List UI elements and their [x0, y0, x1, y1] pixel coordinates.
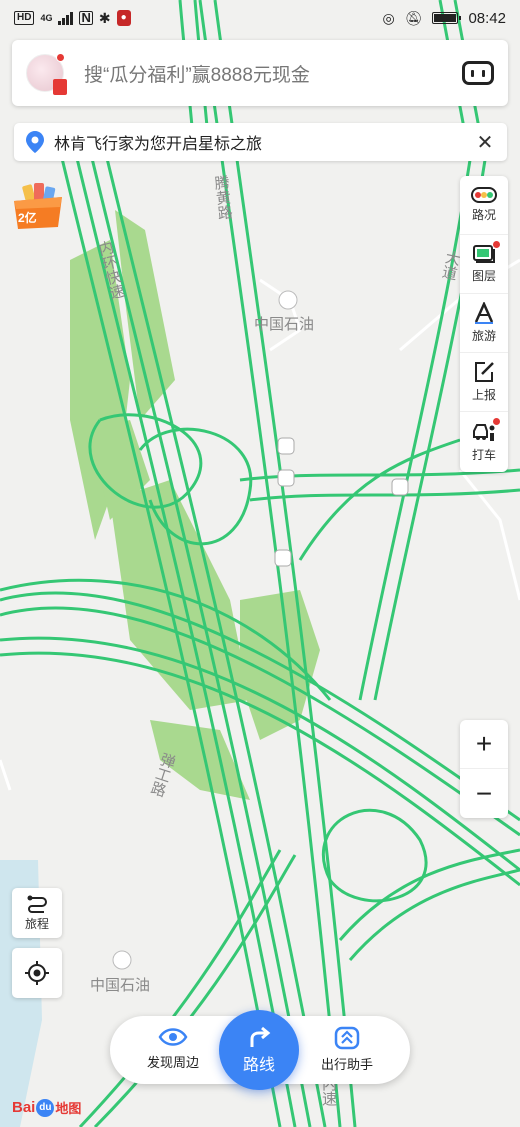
- poi-label[interactable]: 中国石油: [254, 313, 314, 334]
- toolbar-traffic[interactable]: 路况: [460, 176, 508, 235]
- signal-icon: [58, 11, 74, 25]
- route-path-icon: [27, 895, 47, 913]
- toolbar-layers[interactable]: 图层: [460, 235, 508, 294]
- report-icon: [475, 362, 494, 382]
- battery-icon: [432, 12, 462, 24]
- location-icon: ◎: [382, 9, 395, 26]
- promo-icon[interactable]: 2亿: [10, 183, 66, 231]
- nfc-icon: N: [79, 10, 93, 25]
- notification-dot: [56, 53, 65, 62]
- toolbar-taxi[interactable]: 打车: [460, 412, 508, 471]
- notice-text: 林肯飞行家为您开启星标之旅: [54, 136, 263, 153]
- zoom-in-button[interactable]: +: [460, 720, 508, 769]
- crosshair-icon: [25, 961, 49, 985]
- status-bar: HD 4G N ✱ ● ◎ 🔕︎ 08:42: [0, 0, 520, 36]
- notification-dot: [493, 418, 500, 425]
- itinerary-label: 旅程: [24, 916, 49, 931]
- zoom-control: + −: [460, 720, 508, 818]
- eye-icon: [158, 1028, 188, 1046]
- red-packet-icon: [53, 79, 67, 95]
- search-bar[interactable]: 搜“瓜分福利”赢8888元现金: [12, 40, 508, 106]
- toolbar-label: 打车: [471, 447, 496, 462]
- toolbar-report[interactable]: 上报: [460, 353, 508, 412]
- itinerary-button[interactable]: 旅程: [12, 888, 62, 938]
- bluetooth-icon: ✱: [98, 9, 111, 26]
- clock: 08:42: [468, 9, 506, 27]
- voice-assistant-icon[interactable]: [462, 61, 494, 85]
- map-canvas[interactable]: [0, 0, 520, 1127]
- location-pin-icon: [26, 131, 44, 153]
- toolbar-travel[interactable]: 旅游: [460, 294, 508, 353]
- travel-assistant-button[interactable]: 出行助手: [302, 1026, 392, 1073]
- discover-nearby-button[interactable]: 发现周边: [128, 1026, 218, 1071]
- taxi-icon: [473, 423, 495, 441]
- turn-arrow-icon: [250, 1026, 271, 1047]
- promo-badge: 2亿: [18, 211, 37, 225]
- poi-label[interactable]: 中国石油: [90, 974, 150, 995]
- route-label: 路线: [242, 1057, 275, 1074]
- search-input[interactable]: 搜“瓜分福利”赢8888元现金: [84, 60, 462, 87]
- baidu-map-logo: Bai du 地图: [12, 1098, 82, 1117]
- toolbar-label: 图层: [471, 269, 496, 283]
- traffic-light-icon: [471, 187, 497, 203]
- zoom-out-button[interactable]: −: [460, 769, 508, 818]
- toolbar-label: 路况: [471, 208, 496, 222]
- route-button[interactable]: 路线: [219, 1010, 299, 1090]
- close-icon[interactable]: ✕: [475, 130, 495, 155]
- mic-icon: ●: [116, 10, 131, 26]
- toolbar-label: 上报: [471, 388, 496, 402]
- hd-badge: HD: [14, 11, 35, 25]
- mute-icon: 🔕︎: [404, 9, 423, 26]
- assistant-label: 出行助手: [320, 1057, 373, 1072]
- avatar[interactable]: [26, 53, 67, 95]
- locate-button[interactable]: [12, 948, 62, 998]
- notification-dot: [493, 241, 500, 248]
- layers-icon: [473, 245, 495, 263]
- notice-banner[interactable]: 林肯飞行家为您开启星标之旅 ✕: [14, 123, 507, 161]
- map-toolbar: 路况 图层 旅游 上报 打车: [460, 176, 508, 472]
- assistant-icon: [334, 1026, 360, 1050]
- discover-label: 发现周边: [146, 1055, 199, 1070]
- network-badge: 4G: [40, 13, 53, 23]
- toolbar-label: 旅游: [471, 329, 496, 343]
- travel-icon: [474, 302, 494, 324]
